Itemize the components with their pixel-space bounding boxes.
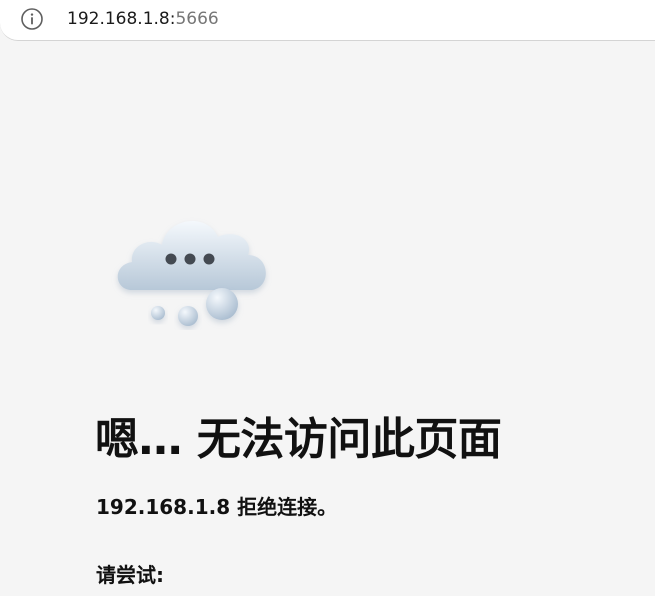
url-text[interactable]: 192.168.1.8:5666 xyxy=(67,8,219,30)
error-title: 嗯… 无法访问此页面 xyxy=(95,414,502,465)
error-message: 192.168.1.8 拒绝连接。 xyxy=(96,495,338,519)
try-suggestions-label: 请尝试: xyxy=(96,563,164,587)
url-host: 192.168.1.8: xyxy=(67,9,176,29)
info-icon[interactable] xyxy=(20,7,44,31)
cloud-thinking-icon xyxy=(110,205,275,330)
url-port: 5666 xyxy=(175,9,219,29)
address-bar[interactable]: 192.168.1.8:5666 xyxy=(0,0,655,41)
